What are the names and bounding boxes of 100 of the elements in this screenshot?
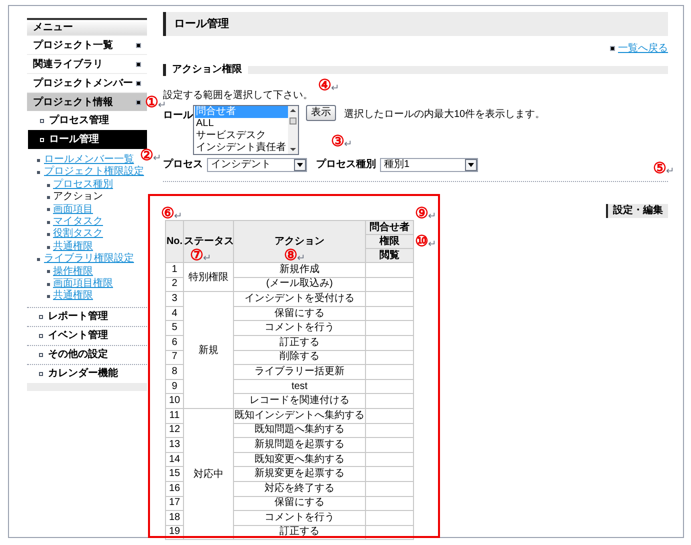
table-cell: 対応を終了する (234, 481, 366, 496)
return-mark: ↵ (428, 212, 436, 222)
table-cell: 特別権限 (184, 262, 234, 292)
process-type-dropdown[interactable]: 種別1 (380, 158, 478, 172)
table-cell: 新規問題を起票する (234, 438, 366, 452)
table-cell: 既知問題へ集約する (234, 423, 366, 438)
callout-number: ② (140, 148, 153, 164)
table-cell: 既知変更へ集約する (234, 452, 366, 467)
sidebar-item[interactable]: 関連ライブラリ (27, 55, 147, 73)
bullet-icon (47, 196, 50, 199)
link[interactable]: 画面項目権限 (53, 278, 113, 290)
table-cell: 14 (166, 452, 184, 467)
table-cell: 3 (166, 292, 184, 306)
bullet-icon (47, 220, 50, 224)
bullet-icon (47, 282, 50, 286)
link[interactable]: 共通権限 (53, 290, 93, 303)
list-option[interactable]: ALL (195, 118, 288, 130)
dropdown-caret-icon (294, 158, 306, 170)
sidebar-item[interactable]: プロジェクト情報 (27, 93, 147, 111)
return-mark: ↵ (174, 212, 182, 222)
callout-number: ⑥ (161, 206, 174, 222)
instruction-text: 設定する範囲を選択して下さい。 (163, 88, 313, 102)
link[interactable]: 画面項目 (53, 204, 93, 216)
link[interactable]: ライブラリ権限設定 (44, 253, 134, 266)
bullet-icon (47, 246, 50, 249)
scrollbar-icon (288, 106, 298, 154)
bullet-icon (47, 270, 50, 274)
callout-number: ⑤ (653, 161, 666, 177)
dropdown-caret-icon (465, 158, 477, 170)
return-mark: ↵ (153, 154, 161, 164)
table-cell: 19 (166, 525, 184, 540)
link[interactable]: 役割タスク (53, 228, 103, 241)
square-bullet-icon (136, 42, 141, 48)
bullet-icon (47, 233, 50, 236)
bullet-icon (47, 295, 50, 298)
square-bullet-icon (610, 46, 615, 51)
table-cell: 新規 (184, 292, 234, 408)
link[interactable]: 操作権限 (53, 266, 93, 278)
column-header: 権限 (366, 234, 414, 248)
submenu-item[interactable]: カレンダー機能 (27, 364, 147, 383)
table-cell: 新規作成 (234, 262, 366, 278)
sidebar-item[interactable]: プロジェクト一覧 (27, 36, 147, 54)
table-cell: 15 (166, 466, 184, 482)
square-bullet-icon (136, 100, 141, 104)
table-cell: 4 (166, 306, 184, 321)
list-option[interactable]: サービスデスク (195, 130, 288, 142)
bullet-icon (47, 184, 50, 187)
bullet-icon (47, 208, 50, 212)
sidebar-item[interactable]: プロジェクトメンバー (27, 74, 147, 92)
link[interactable]: マイタスク (53, 216, 103, 228)
role-listbox[interactable]: 問合せ者 ALL サービスデスク インシデント責任者 (193, 105, 299, 155)
callout-number: ⑩ (415, 234, 428, 250)
table-cell: 訂正する (234, 525, 366, 540)
callout-number: ⑧ (284, 248, 297, 264)
link[interactable]: 共通権限 (53, 240, 93, 254)
submenu-item[interactable]: その他の設定 (27, 344, 147, 364)
table-cell: 6 (166, 335, 184, 350)
bullet-icon (37, 171, 40, 174)
column-header: 問合せ者 (366, 220, 414, 234)
square-bullet-icon (136, 62, 141, 66)
bullet-icon (37, 158, 40, 162)
table-cell: インシデントを受付ける (234, 292, 366, 306)
process-dropdown[interactable]: インシデント (207, 158, 307, 172)
table-cell: 12 (166, 423, 184, 438)
edit-button[interactable]: 設定・編集 (606, 204, 668, 218)
table-cell: コメントを行う (234, 510, 366, 526)
callout-number: ④ (318, 78, 331, 94)
return-mark: ↵ (331, 84, 339, 94)
show-button[interactable]: 表示 (306, 105, 336, 121)
table-cell: レコードを関連付ける (234, 394, 366, 408)
table-cell: 13 (166, 438, 184, 452)
return-mark: ↵ (158, 101, 166, 111)
square-bullet-icon (136, 80, 141, 86)
table-cell: 9 (166, 379, 184, 394)
submenu-item[interactable]: レポート管理 (27, 306, 147, 326)
table-cell: 訂正する (234, 335, 366, 350)
link[interactable]: プロセス種別 (53, 178, 113, 192)
note-text: 選択したロールの内最大10件を表示します。 (344, 108, 546, 122)
table-cell: 保留にする (234, 306, 366, 321)
submenu-item[interactable]: イベント管理 (27, 326, 147, 345)
table-cell: 既知インシデントへ集約する (234, 408, 366, 424)
page-title: ロール管理 (163, 12, 668, 36)
table-cell: 1 (166, 262, 184, 278)
submenu-item[interactable]: ロール管理 (28, 130, 147, 149)
column-header: No. (166, 220, 184, 262)
link[interactable]: プロジェクト権限設定 (44, 166, 144, 179)
list-option[interactable]: インシデント責任者 (195, 142, 288, 154)
table-cell: 7 (166, 350, 184, 365)
bullet-icon (37, 258, 40, 261)
callout-number: ③ (331, 134, 344, 150)
table-cell: 8 (166, 364, 184, 380)
return-mark: ↵ (666, 167, 674, 177)
table-cell: 10 (166, 394, 184, 408)
table-cell: 削除する (234, 350, 366, 365)
link[interactable]: ロールメンバー一覧 (44, 154, 134, 166)
table-cell: 18 (166, 510, 184, 526)
return-mark: ↵ (203, 254, 211, 264)
text: アクション (53, 191, 103, 204)
back-link[interactable]: 一覧へ戻る (618, 41, 668, 56)
table-cell: 2 (166, 277, 184, 292)
